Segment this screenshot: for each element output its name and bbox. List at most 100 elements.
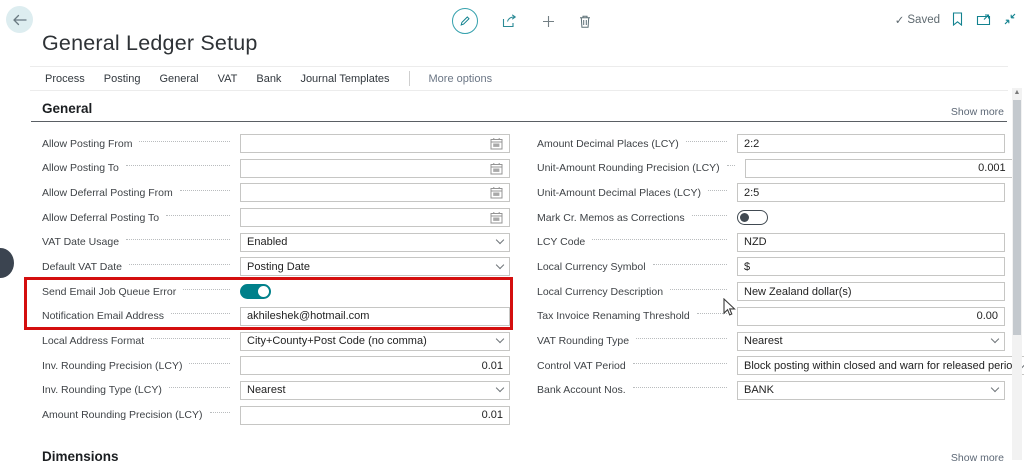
date-input[interactable] bbox=[240, 159, 510, 178]
calendar-icon[interactable] bbox=[490, 162, 503, 175]
field-label: Notification Email Address bbox=[42, 310, 164, 322]
select-input[interactable]: Nearest bbox=[240, 381, 510, 400]
chevron-down-icon[interactable] bbox=[496, 335, 504, 343]
plus-icon bbox=[542, 15, 555, 28]
menu-item-process[interactable]: Process bbox=[45, 73, 85, 85]
field-label: Control VAT Period bbox=[537, 360, 626, 372]
select-input[interactable]: City+County+Post Code (no comma) bbox=[240, 332, 510, 351]
field-value: Block posting within closed and warn for… bbox=[744, 360, 1019, 372]
pencil-icon bbox=[459, 15, 471, 27]
menu-more-options[interactable]: More options bbox=[429, 73, 493, 85]
field-row: Control VAT PeriodBlock posting within c… bbox=[537, 356, 1005, 375]
toggle-switch[interactable] bbox=[737, 210, 768, 225]
field-control bbox=[240, 282, 510, 301]
menu-item-journal-templates[interactable]: Journal Templates bbox=[300, 73, 389, 85]
calendar-icon[interactable] bbox=[490, 137, 503, 150]
field-label: Allow Posting From bbox=[42, 138, 132, 150]
chevron-down-icon[interactable] bbox=[496, 384, 504, 392]
menu-item-general[interactable]: General bbox=[159, 73, 198, 85]
leader-dots bbox=[633, 363, 727, 364]
chevron-down-icon[interactable] bbox=[496, 261, 504, 269]
leader-dots bbox=[697, 313, 727, 314]
number-input[interactable]: 0.01 bbox=[240, 406, 510, 425]
field-control: BANK bbox=[737, 381, 1005, 400]
leader-dots bbox=[633, 387, 727, 388]
text-input[interactable]: akhileshek@hotmail.com bbox=[240, 307, 510, 326]
field-row: VAT Rounding TypeNearest bbox=[537, 332, 1005, 351]
dimensions-show-more-link[interactable]: Show more bbox=[951, 452, 1004, 464]
field-value: 2:5 bbox=[744, 187, 998, 199]
text-input[interactable]: New Zealand dollar(s) bbox=[737, 282, 1005, 301]
field-label: Unit-Amount Decimal Places (LCY) bbox=[537, 187, 701, 199]
scrollbar-up-arrow[interactable]: ▲ bbox=[1012, 89, 1022, 97]
leader-dots bbox=[189, 363, 230, 364]
chevron-down-icon[interactable] bbox=[991, 384, 999, 392]
select-input[interactable]: Enabled bbox=[240, 233, 510, 252]
text-input[interactable]: NZD bbox=[737, 233, 1005, 252]
delete-button[interactable] bbox=[579, 15, 591, 28]
open-window-button[interactable] bbox=[976, 13, 991, 26]
field-value: 2:2 bbox=[744, 138, 998, 150]
bookmark-button[interactable] bbox=[952, 12, 963, 26]
field-control: Nearest bbox=[240, 381, 510, 400]
menu-item-bank[interactable]: Bank bbox=[256, 73, 281, 85]
field-row: Send Email Job Queue Error bbox=[42, 282, 510, 301]
calendar-icon[interactable] bbox=[490, 211, 503, 224]
vertical-scrollbar[interactable]: ▲ bbox=[1012, 88, 1022, 460]
field-control: Nearest bbox=[737, 332, 1005, 351]
select-input[interactable]: Block posting within closed and warn for… bbox=[737, 356, 1024, 375]
field-control bbox=[737, 208, 1005, 227]
chevron-down-icon[interactable] bbox=[991, 335, 999, 343]
text-input[interactable]: 2:2 bbox=[737, 134, 1005, 153]
field-label: Default VAT Date bbox=[42, 261, 122, 273]
text-input[interactable]: 2:5 bbox=[737, 183, 1005, 202]
open-window-icon bbox=[976, 13, 991, 26]
leader-dots bbox=[653, 264, 727, 265]
text-input[interactable]: $ bbox=[737, 257, 1005, 276]
number-input[interactable]: 0.01 bbox=[240, 356, 510, 375]
toggle-switch[interactable] bbox=[240, 284, 271, 299]
edit-button[interactable] bbox=[452, 8, 478, 34]
select-input[interactable]: BANK bbox=[737, 381, 1005, 400]
field-control: 0.01 bbox=[240, 406, 510, 425]
leader-dots bbox=[183, 289, 230, 290]
menu-item-vat[interactable]: VAT bbox=[218, 73, 238, 85]
date-input[interactable] bbox=[240, 183, 510, 202]
field-control bbox=[240, 208, 510, 227]
field-label: Inv. Rounding Type (LCY) bbox=[42, 384, 162, 396]
menu-item-posting[interactable]: Posting bbox=[104, 73, 141, 85]
select-input[interactable]: Posting Date bbox=[240, 257, 510, 276]
share-button[interactable] bbox=[502, 14, 518, 28]
back-button[interactable] bbox=[6, 6, 33, 33]
field-control: NZD bbox=[737, 233, 1005, 252]
leader-dots bbox=[171, 313, 230, 314]
new-button[interactable] bbox=[542, 15, 555, 28]
date-input[interactable] bbox=[240, 208, 510, 227]
field-value: NZD bbox=[744, 236, 998, 248]
field-value: City+County+Post Code (no comma) bbox=[247, 335, 497, 347]
calendar-icon[interactable] bbox=[490, 186, 503, 199]
field-row: Tax Invoice Renaming Threshold0.00 bbox=[537, 307, 1005, 326]
number-input[interactable]: 0.00 bbox=[737, 307, 1005, 326]
number-input[interactable]: 0.001 bbox=[745, 159, 1013, 178]
scrollbar-thumb[interactable] bbox=[1013, 100, 1021, 335]
field-row: Local Currency DescriptionNew Zealand do… bbox=[537, 282, 1005, 301]
back-arrow-icon bbox=[12, 14, 27, 26]
general-section-rule bbox=[31, 121, 1007, 122]
field-value: BANK bbox=[744, 384, 992, 396]
general-show-more-link[interactable]: Show more bbox=[951, 106, 1004, 118]
field-control: 0.00 bbox=[737, 307, 1005, 326]
field-label: Local Address Format bbox=[42, 335, 144, 347]
field-label: LCY Code bbox=[537, 236, 585, 248]
toggle-knob bbox=[740, 213, 749, 222]
save-status-label: Saved bbox=[907, 14, 940, 26]
side-panel-tab[interactable] bbox=[0, 248, 14, 278]
field-row: Bank Account Nos.BANK bbox=[537, 381, 1005, 400]
date-input[interactable] bbox=[240, 134, 510, 153]
field-value: Nearest bbox=[247, 384, 497, 396]
select-input[interactable]: Nearest bbox=[737, 332, 1005, 351]
field-label: Send Email Job Queue Error bbox=[42, 286, 176, 298]
collapse-button[interactable] bbox=[1004, 13, 1016, 25]
chevron-down-icon[interactable] bbox=[496, 236, 504, 244]
field-row: Amount Decimal Places (LCY)2:2 bbox=[537, 134, 1005, 153]
